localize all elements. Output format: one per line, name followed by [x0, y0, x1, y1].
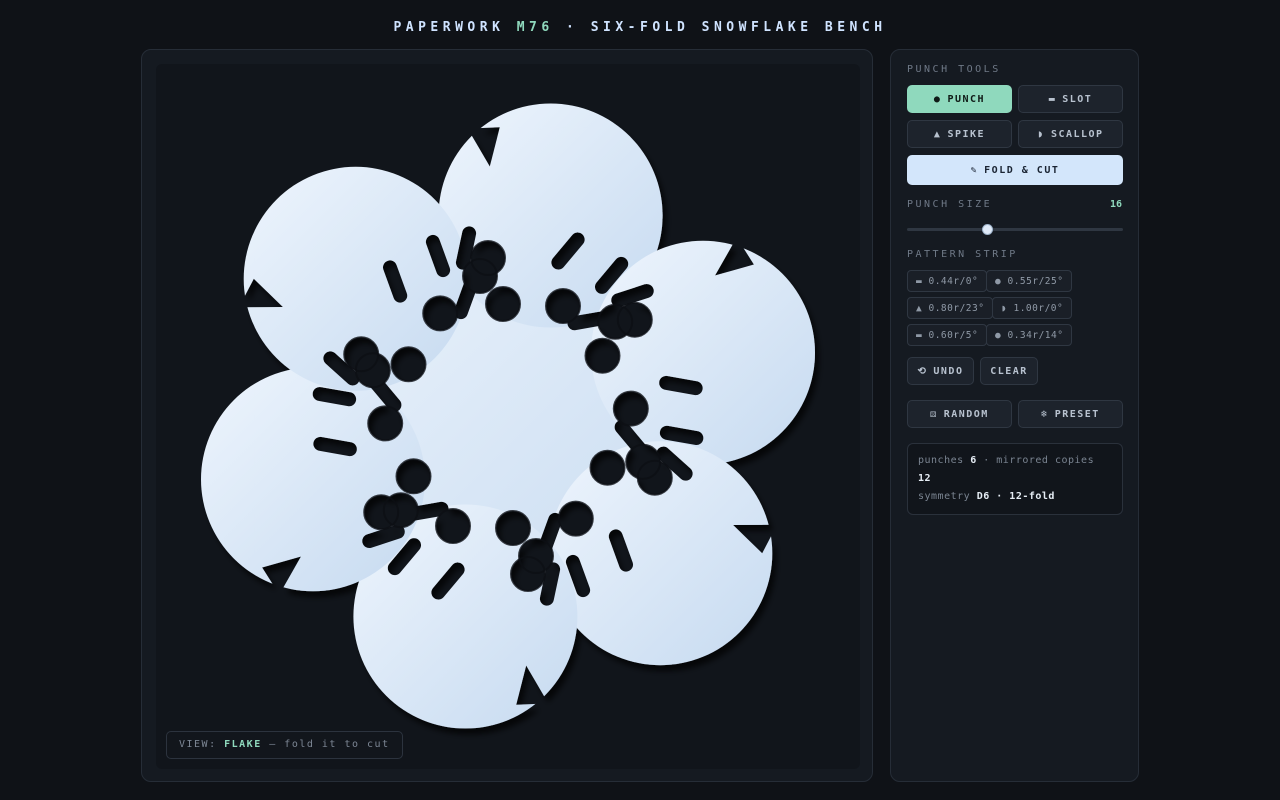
preset-button[interactable]: ❄ PRESET — [1018, 400, 1123, 428]
snowflake-svg[interactable] — [156, 64, 860, 769]
scallop-icon: ◗ — [1037, 129, 1045, 140]
scallop-tool-label: SCALLOP — [1050, 129, 1104, 140]
pattern-chip-text: 1.00r/0° — [1013, 303, 1064, 314]
scallop-icon: ◗ — [1001, 303, 1008, 314]
copies-label: · mirrored copies — [983, 455, 1095, 466]
pattern-chip-text: 0.80r/23° — [928, 303, 985, 314]
punch-icon: ● — [995, 276, 1002, 287]
pencil-icon: ✎ — [970, 165, 979, 176]
title-model: M76 — [516, 20, 554, 35]
pattern-strip-label: PATTERN STRIP — [907, 249, 1018, 260]
title-suffix: · SIX-FOLD SNOWFLAKE BENCH — [553, 20, 887, 35]
spike-icon: ▲ — [916, 303, 923, 314]
punch-size-slider[interactable] — [907, 224, 1123, 235]
page-title: PAPERWORK M76 · SIX-FOLD SNOWFLAKE BENCH — [0, 20, 1280, 35]
punch-tool-button[interactable]: ● PUNCH — [907, 85, 1012, 113]
punch-size-label: PUNCH SIZE — [907, 199, 993, 210]
stage-panel: VIEW: FLAKE — fold it to cut — [141, 49, 873, 782]
undo-icon: ⟲ — [917, 366, 928, 377]
punches-label: punches — [918, 455, 964, 466]
pattern-chip-text: 0.44r/0° — [928, 276, 979, 287]
spike-tool-button[interactable]: ▲ SPIKE — [907, 120, 1012, 148]
snowflake-icon: ❄ — [1041, 409, 1049, 420]
spike-tool-label: SPIKE — [947, 129, 986, 140]
tools-panel: PUNCH TOOLS ● PUNCH ▬ SLOT ▲ SPIKE ◗ SCALLOP… — [890, 49, 1139, 782]
copies-count: 12 — [918, 473, 932, 484]
clear-button[interactable]: CLEAR — [980, 357, 1038, 385]
stats-box: punches 6 · mirrored copies 12 symmetry … — [907, 443, 1123, 515]
preset-label: PRESET — [1054, 409, 1100, 420]
undo-label: UNDO — [933, 366, 964, 377]
fold-cut-label: FOLD & CUT — [984, 165, 1060, 176]
pattern-chip[interactable]: ▲ 0.80r/23° — [907, 297, 994, 319]
snowflake-canvas[interactable]: VIEW: FLAKE — fold it to cut — [156, 64, 860, 769]
symmetry-label: symmetry — [918, 491, 971, 502]
paper-lobe — [591, 240, 815, 465]
slot-icon: ▬ — [1048, 94, 1057, 105]
pattern-chip-text: 0.34r/14° — [1007, 330, 1064, 341]
symmetry-value: D6 · 12-fold — [976, 491, 1055, 502]
undo-button[interactable]: ⟲ UNDO — [907, 357, 974, 385]
view-hint: — fold it to cut — [261, 739, 390, 750]
punch-size-value: 16 — [1109, 199, 1122, 210]
random-label: RANDOM — [943, 409, 989, 420]
symmetry-stats: symmetry D6 · 12-fold — [918, 488, 1112, 506]
pattern-chip[interactable]: ◗ 1.00r/0° — [992, 297, 1073, 319]
slot-tool-label: SLOT — [1062, 94, 1093, 105]
slot-tool-button[interactable]: ▬ SLOT — [1018, 85, 1123, 113]
pattern-chip[interactable]: ▬ 0.44r/0° — [907, 270, 988, 292]
title-prefix: PAPERWORK — [393, 20, 517, 35]
dice-icon: ⚄ — [930, 409, 938, 420]
paper-lobe — [243, 166, 468, 391]
pattern-chip[interactable]: ● 0.55r/25° — [986, 270, 1073, 292]
clear-label: CLEAR — [990, 366, 1028, 377]
view-mode: FLAKE — [224, 739, 262, 750]
random-button[interactable]: ⚄ RANDOM — [907, 400, 1012, 428]
pattern-chip[interactable]: ▬ 0.60r/5° — [907, 324, 988, 346]
paper-lobe — [201, 367, 425, 592]
slot-icon: ▬ — [916, 330, 923, 341]
view-indicator: VIEW: FLAKE — fold it to cut — [166, 731, 403, 759]
view-label: VIEW: — [179, 739, 225, 750]
punch-tool-label: PUNCH — [947, 94, 986, 105]
punch-tools-label: PUNCH TOOLS — [907, 64, 1001, 75]
punch-icon: ● — [995, 330, 1002, 341]
pattern-chip-text: 0.60r/5° — [928, 330, 979, 341]
slot-icon: ▬ — [916, 276, 923, 287]
punches-count: 6 — [970, 455, 977, 466]
fold-and-cut-button[interactable]: ✎ FOLD & CUT — [907, 155, 1123, 185]
punch-icon: ● — [933, 94, 942, 105]
pattern-chip-text: 0.55r/25° — [1007, 276, 1064, 287]
pattern-chip[interactable]: ● 0.34r/14° — [986, 324, 1073, 346]
scallop-tool-button[interactable]: ◗ SCALLOP — [1018, 120, 1123, 148]
slider-knob[interactable] — [981, 224, 993, 235]
spike-icon: ▲ — [933, 129, 942, 140]
punch-stats: punches 6 · mirrored copies 12 — [918, 452, 1112, 488]
paper-lobe — [548, 441, 773, 666]
